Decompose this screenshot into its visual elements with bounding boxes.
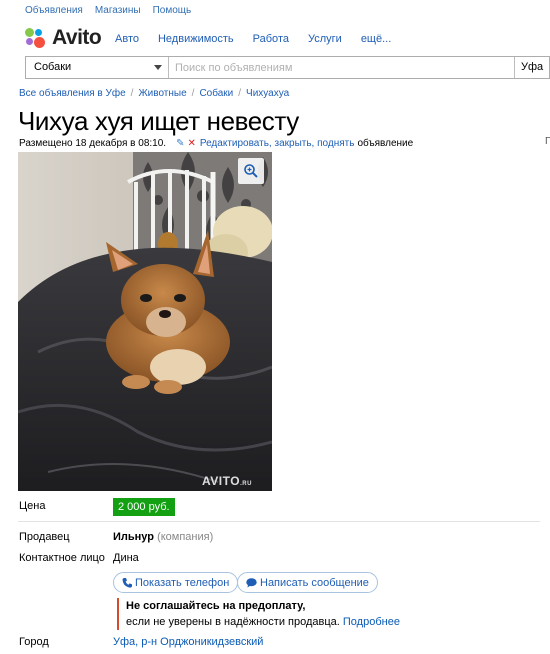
nav-item-services[interactable]: Услуги xyxy=(308,33,342,45)
chihuahua-photo xyxy=(18,152,272,491)
posted-date: Размещено 18 декабря в 08:10. xyxy=(19,138,167,149)
watermark-suffix: .RU xyxy=(240,481,252,487)
search-bar: Собаки Уфа xyxy=(25,56,550,79)
seller-name: Ильнур xyxy=(113,531,154,543)
watermark-text: AVITO xyxy=(202,474,241,488)
price-label: Цена xyxy=(19,500,46,512)
search-input[interactable] xyxy=(169,57,514,78)
nav-item-realty[interactable]: Недвижимость xyxy=(158,33,234,45)
close-icon: ✕ xyxy=(187,138,196,149)
photo-watermark: AVITO.RU xyxy=(202,474,252,488)
topbar-link-help[interactable]: Помощь xyxy=(153,5,192,19)
breadcrumb-item-all[interactable]: Все объявления в Уфе xyxy=(19,88,126,99)
avito-logo-dots xyxy=(25,27,47,49)
nav-item-more[interactable]: ещё... xyxy=(361,33,391,45)
city-link[interactable]: Уфа, р-н Орджоникидзевский xyxy=(113,636,263,648)
nav-item-auto[interactable]: Авто xyxy=(115,33,139,45)
show-phone-button[interactable]: Показать телефон xyxy=(113,572,239,593)
pencil-icon: ✎ xyxy=(176,138,185,149)
listing-meta: Размещено 18 декабря в 08:10. ✎ ✕ Редакт… xyxy=(19,138,413,149)
page-title: Чихуа хуя ищет невесту xyxy=(18,106,299,136)
show-phone-label: Показать телефон xyxy=(135,576,230,589)
prepayment-warning: Не соглашайтесь на предоплату, если не у… xyxy=(117,598,400,630)
edit-listing-suffix: объявление xyxy=(357,138,414,149)
right-edge-fragment: Γ xyxy=(545,136,550,147)
write-message-label: Написать сообщение xyxy=(260,576,369,589)
message-icon xyxy=(246,577,257,588)
price-badge: 2 000 руб. xyxy=(113,498,175,516)
seller-row: Продавец Ильнур (компания) xyxy=(19,531,213,543)
city-row: Город Уфа, р-н Орджоникидзевский xyxy=(19,636,263,648)
city-label: Город xyxy=(19,636,49,648)
breadcrumb-item-animals[interactable]: Животные xyxy=(138,88,186,99)
zoom-button[interactable] xyxy=(238,158,264,184)
contact-row: Контактное лицо Дина xyxy=(19,552,139,564)
topbar-link-ads[interactable]: Объявления xyxy=(25,5,83,19)
seller-type: (компания) xyxy=(157,531,214,543)
seller-label: Продавец xyxy=(19,531,70,543)
breadcrumb-item-chihuahua[interactable]: Чихуахуа xyxy=(246,88,289,99)
contact-name: Дина xyxy=(113,552,139,564)
edit-listing-link[interactable]: Редактировать, закрыть, поднять xyxy=(200,138,355,149)
main-nav: Авто Недвижимость Работа Услуги ещё... xyxy=(115,33,410,45)
topbar-link-shops[interactable]: Магазины xyxy=(95,5,141,19)
breadcrumb: Все объявления в Уфе / Животные / Собаки / Чих… xyxy=(19,88,290,99)
site-header: Avito xyxy=(25,26,102,50)
contact-label: Контактное лицо xyxy=(19,552,105,564)
warning-body: если не уверены в надёжности продавца. П… xyxy=(126,614,400,630)
category-select[interactable]: Собаки xyxy=(26,57,169,78)
warning-more-link[interactable]: Подробнее xyxy=(343,616,400,628)
nav-item-jobs[interactable]: Работа xyxy=(253,33,289,45)
chevron-down-icon xyxy=(154,65,162,70)
zoom-icon xyxy=(244,164,258,178)
warning-text: если не уверены в надёжности продавца. xyxy=(126,616,340,628)
category-select-value: Собаки xyxy=(34,61,72,73)
phone-icon xyxy=(122,577,132,588)
divider xyxy=(18,521,540,522)
warning-title: Не соглашайтесь на предоплату, xyxy=(126,600,306,612)
logo-text: Avito xyxy=(52,26,102,49)
avito-logo[interactable]: Avito xyxy=(25,26,102,50)
topbar: Объявления Магазины Помощь xyxy=(25,5,191,19)
price-row: Цена xyxy=(19,500,113,512)
region-select[interactable]: Уфа xyxy=(514,57,549,78)
write-message-button[interactable]: Написать сообщение xyxy=(237,572,378,593)
listing-photo[interactable] xyxy=(18,152,272,491)
breadcrumb-item-dogs[interactable]: Собаки xyxy=(199,88,233,99)
